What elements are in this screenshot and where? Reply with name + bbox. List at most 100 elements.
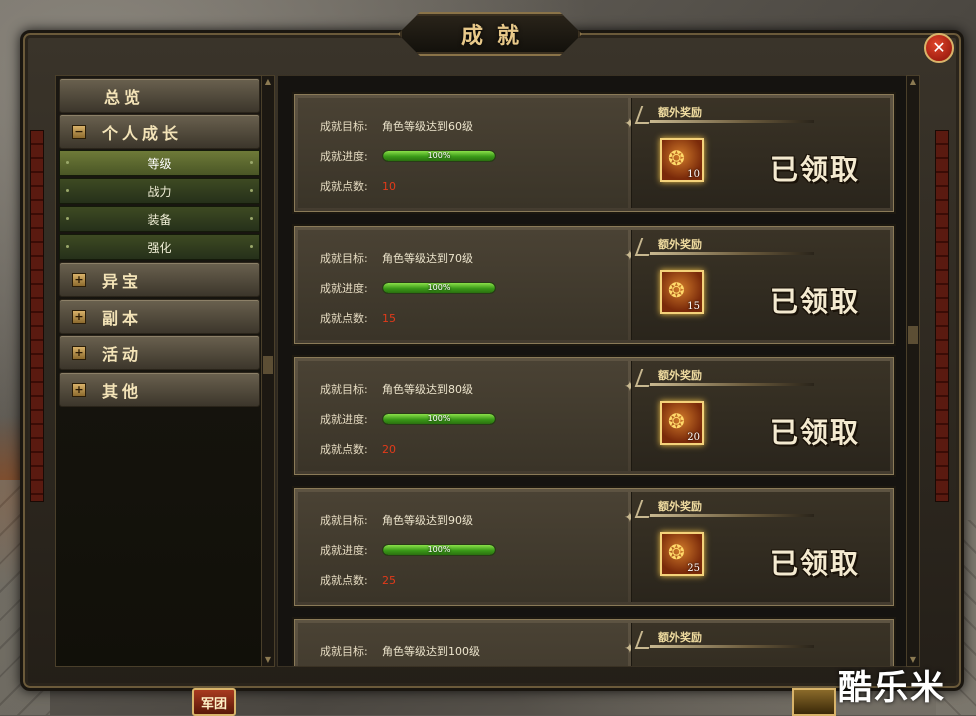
goal-label: 成就目标:: [320, 252, 368, 265]
scroll-thumb[interactable]: [263, 356, 273, 374]
progress-bar: 100%: [382, 282, 496, 294]
nav-label: 个人成长: [102, 123, 183, 143]
gold-coins-icon: ❂: [668, 146, 685, 170]
achievement-card: 成就目标: 角色等级达到80级 成就进度: 100% 成就点数: 20 ✦ 额外…: [292, 355, 896, 477]
reward-item[interactable]: ❂ 20: [660, 401, 704, 445]
category-nav: 总览 − 个人成长 等级 战力 装备 强化 + 异宝 + 副本 + 活动 + 其…: [55, 75, 262, 667]
claimed-status: 已领取: [770, 153, 861, 186]
gold-coins-icon: ❂: [668, 540, 685, 564]
nav-label: 总览: [104, 87, 145, 107]
dot-icon: [66, 161, 69, 164]
reward-item[interactable]: ❂ 25: [660, 532, 704, 576]
goal-row: 成就目标: 角色等级达到100级: [320, 643, 480, 659]
reward-divider: [650, 514, 814, 517]
progress-label: 成就进度:: [320, 150, 368, 163]
reward-panel: 额外奖励 ❂ 20 已领取: [631, 361, 890, 471]
scroll-up-icon[interactable]: ▲: [262, 77, 274, 87]
points-value: 20: [382, 442, 396, 456]
progress-bar: 100%: [382, 544, 496, 556]
reward-divider: [650, 645, 814, 648]
goal-value: 角色等级达到70级: [382, 252, 473, 265]
frame-rail: [30, 130, 44, 502]
reward-count: 20: [687, 432, 700, 443]
progress-text: 100%: [427, 414, 451, 423]
window-title: 成就: [460, 23, 533, 49]
reward-item[interactable]: ❂ 15: [660, 270, 704, 314]
dot-icon: [250, 245, 253, 248]
goal-label: 成就目标:: [320, 645, 368, 658]
watermark: 酷乐米: [838, 668, 946, 708]
achievement-card: 成就目标: 角色等级达到90级 成就进度: 100% 成就点数: 25 ✦ 额外…: [292, 486, 896, 608]
reward-count: 25: [687, 563, 700, 574]
nav-overview[interactable]: 总览: [59, 78, 260, 113]
nav-scrollbar[interactable]: ▲ ▼: [261, 75, 275, 667]
points-label: 成就点数:: [320, 443, 368, 456]
dot-icon: [66, 245, 69, 248]
nav-dungeon[interactable]: + 副本: [59, 299, 260, 334]
nav-sub-label: 等级: [147, 156, 172, 171]
goal-label: 成就目标:: [320, 383, 368, 396]
nav-sub-power[interactable]: 战力: [59, 178, 260, 204]
points-label: 成就点数:: [320, 180, 368, 193]
nav-sub-enhance[interactable]: 强化: [59, 234, 260, 260]
gold-coins-icon: ❂: [668, 278, 685, 302]
scroll-thumb[interactable]: [908, 326, 918, 344]
scroll-down-icon[interactable]: ▼: [262, 655, 274, 665]
extra-reward-title: 额外奖励: [658, 369, 702, 382]
points-row: 成就点数: 10: [320, 178, 396, 194]
dot-icon: [250, 161, 253, 164]
list-scrollbar[interactable]: ▲ ▼: [906, 75, 920, 667]
goal-row: 成就目标: 角色等级达到70级: [320, 250, 473, 266]
reward-divider: [650, 120, 814, 123]
progress-label: 成就进度:: [320, 544, 368, 557]
progress-row: 成就进度: 100%: [320, 542, 496, 558]
nav-treasure[interactable]: + 异宝: [59, 262, 260, 297]
nav-label: 活动: [102, 344, 143, 364]
dot-icon: [66, 217, 69, 220]
goal-row: 成就目标: 角色等级达到60级: [320, 118, 473, 134]
nav-label: 异宝: [102, 271, 143, 291]
nav-sub-label: 战力: [147, 184, 172, 199]
points-label: 成就点数:: [320, 312, 368, 325]
extra-reward-title: 额外奖励: [658, 631, 702, 644]
progress-row: 成就进度: 100%: [320, 148, 496, 164]
reward-panel: 额外奖励 ❂ 25 已领取: [631, 492, 890, 602]
extra-reward-title: 额外奖励: [658, 106, 702, 119]
nav-activity[interactable]: + 活动: [59, 335, 260, 370]
progress-bar: 100%: [382, 413, 496, 425]
expand-icon: +: [72, 309, 86, 324]
reward-item[interactable]: ❂ 10: [660, 138, 704, 182]
nav-sub-label: 装备: [147, 212, 172, 227]
goal-value: 角色等级达到80级: [382, 383, 473, 396]
progress-bar: 100%: [382, 150, 496, 162]
frame-rail: [935, 130, 949, 502]
extra-reward-title: 额外奖励: [658, 238, 702, 251]
goal-label: 成就目标:: [320, 120, 368, 133]
nav-sub-level[interactable]: 等级: [59, 150, 260, 176]
nav-personal-growth[interactable]: − 个人成长: [59, 114, 260, 149]
nav-sub-label: 强化: [147, 240, 172, 255]
achievement-card: 成就目标: 角色等级达到70级 成就进度: 100% 成就点数: 15 ✦ 额外…: [292, 224, 896, 346]
points-value: 15: [382, 311, 396, 325]
reward-divider: [650, 383, 814, 386]
achievement-card: 成就目标: 角色等级达到100级 ✦ 额外奖励: [292, 617, 896, 666]
nav-sub-equipment[interactable]: 装备: [59, 206, 260, 232]
nav-label: 其他: [102, 381, 143, 401]
goal-value: 角色等级达到60级: [382, 120, 473, 133]
progress-row: 成就进度: 100%: [320, 280, 496, 296]
points-row: 成就点数: 25: [320, 572, 396, 588]
army-button[interactable]: 军团: [192, 688, 236, 716]
claimed-status: 已领取: [770, 416, 861, 449]
close-icon: ✕: [932, 38, 946, 57]
collapse-icon: −: [72, 124, 86, 139]
corner-button[interactable]: [792, 688, 836, 716]
progress-text: 100%: [427, 151, 451, 160]
extra-reward-title: 额外奖励: [658, 500, 702, 513]
scroll-up-icon[interactable]: ▲: [907, 77, 919, 87]
reward-panel: 额外奖励 ❂ 10 已领取: [631, 98, 890, 208]
points-label: 成就点数:: [320, 574, 368, 587]
reward-count: 15: [687, 301, 700, 312]
close-button[interactable]: ✕: [924, 33, 954, 63]
dot-icon: [66, 189, 69, 192]
nav-other[interactable]: + 其他: [59, 372, 260, 407]
